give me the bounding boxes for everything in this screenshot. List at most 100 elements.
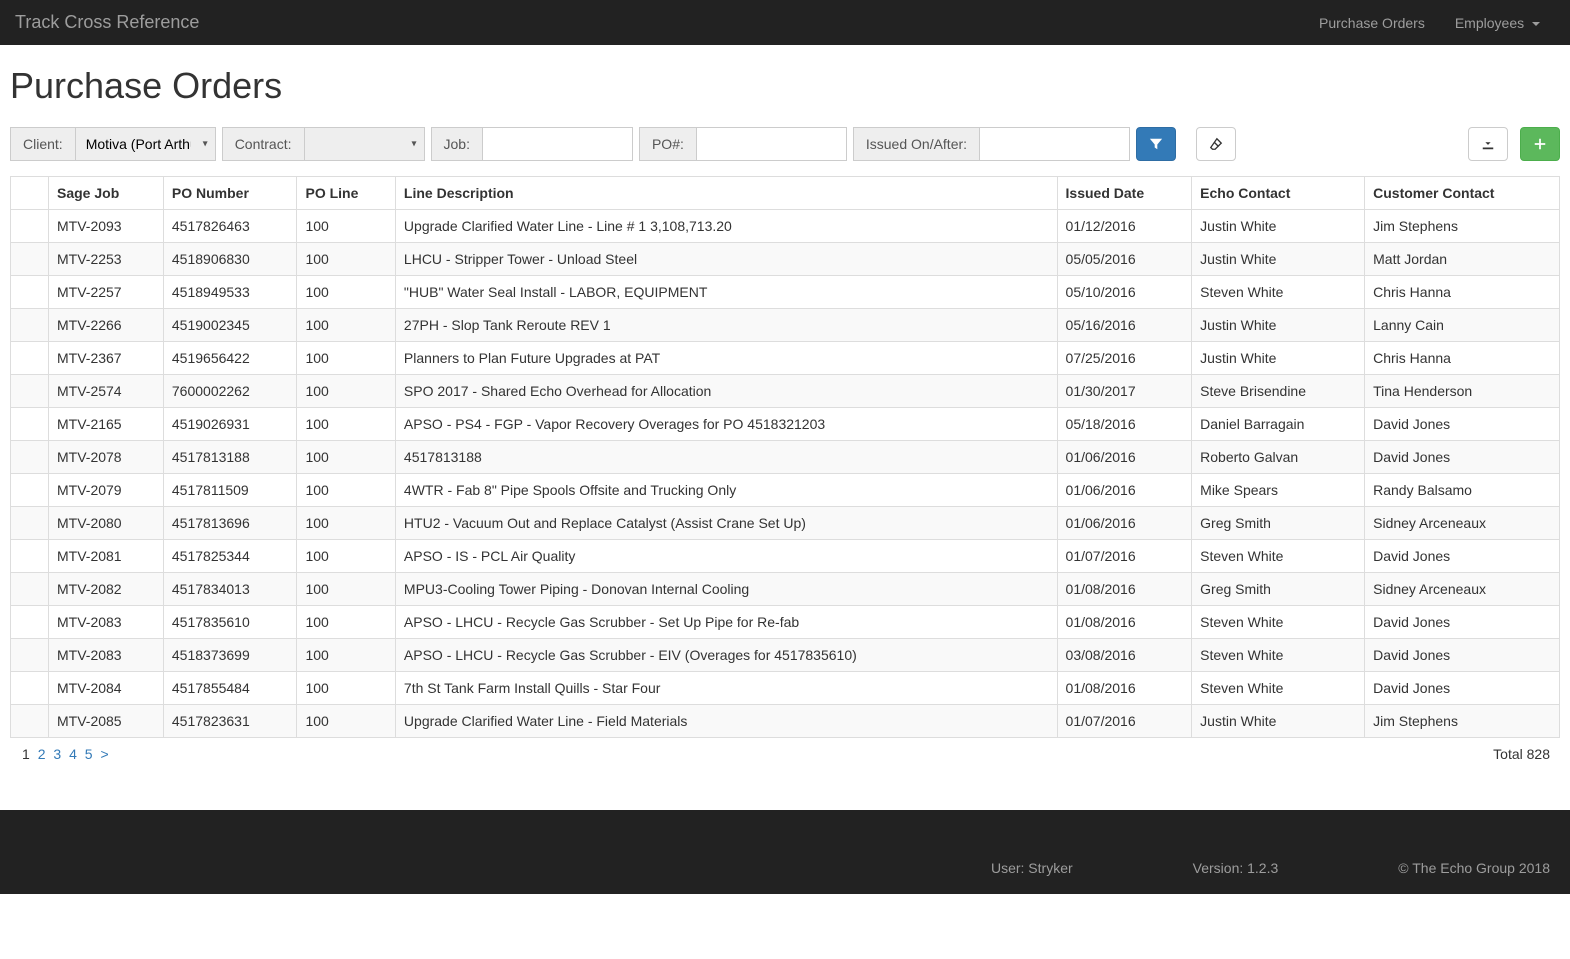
add-button[interactable]: [1520, 127, 1560, 161]
navbar-brand[interactable]: Track Cross Reference: [15, 12, 199, 33]
table-row[interactable]: MTV-207945178115091004WTR - Fab 8" Pipe …: [11, 474, 1560, 507]
table-row[interactable]: MTV-20934517826463100Upgrade Clarified W…: [11, 210, 1560, 243]
table-row[interactable]: MTV-21654519026931100APSO - PS4 - FGP - …: [11, 408, 1560, 441]
cell-line-desc: Planners to Plan Future Upgrades at PAT: [395, 342, 1057, 375]
cell-po-line: 100: [297, 276, 395, 309]
nav-employees[interactable]: Employees: [1455, 15, 1540, 31]
table-row[interactable]: MTV-23674519656422100Planners to Plan Fu…: [11, 342, 1560, 375]
cell-issued-date: 01/08/2016: [1057, 606, 1192, 639]
cell-customer-contact: Lanny Cain: [1365, 309, 1560, 342]
client-select[interactable]: Motiva (Port Arthur: [76, 127, 216, 161]
footer-user: User: Stryker: [991, 860, 1073, 876]
col-blank: [11, 177, 49, 210]
cell-issued-date: 01/12/2016: [1057, 210, 1192, 243]
table-row[interactable]: MTV-208445178554841007th St Tank Farm In…: [11, 672, 1560, 705]
page-link[interactable]: 2: [36, 746, 48, 762]
total-count: Total 828: [1493, 746, 1550, 762]
row-blank: [11, 639, 49, 672]
col-line-desc[interactable]: Line Description: [395, 177, 1057, 210]
po-table: Sage Job PO Number PO Line Line Descript…: [10, 176, 1560, 738]
cell-sage-job: MTV-2079: [49, 474, 164, 507]
cell-issued-date: 01/06/2016: [1057, 474, 1192, 507]
row-blank: [11, 276, 49, 309]
cell-sage-job: MTV-2574: [49, 375, 164, 408]
page-link[interactable]: 5: [83, 746, 95, 762]
po-input[interactable]: [697, 127, 847, 161]
cell-po-line: 100: [297, 672, 395, 705]
cell-line-desc: HTU2 - Vacuum Out and Replace Catalyst (…: [395, 507, 1057, 540]
row-blank: [11, 474, 49, 507]
footer: User: Stryker Version: 1.2.3 © The Echo …: [0, 810, 1570, 894]
cell-po-line: 100: [297, 243, 395, 276]
row-blank: [11, 540, 49, 573]
pagination: 1 2 3 4 5 >: [20, 746, 111, 762]
cell-sage-job: MTV-2085: [49, 705, 164, 738]
col-po-number[interactable]: PO Number: [163, 177, 297, 210]
cell-po-number: 4517826463: [163, 210, 297, 243]
cell-po-number: 4519026931: [163, 408, 297, 441]
page-link[interactable]: 4: [67, 746, 79, 762]
col-po-line[interactable]: PO Line: [297, 177, 395, 210]
cell-line-desc: Upgrade Clarified Water Line - Field Mat…: [395, 705, 1057, 738]
cell-line-desc: Upgrade Clarified Water Line - Line # 1 …: [395, 210, 1057, 243]
cell-sage-job: MTV-2257: [49, 276, 164, 309]
nav-purchase-orders[interactable]: Purchase Orders: [1319, 15, 1425, 31]
cell-po-line: 100: [297, 375, 395, 408]
contract-label: Contract:: [222, 127, 305, 161]
cell-po-number: 4519002345: [163, 309, 297, 342]
col-sage-job[interactable]: Sage Job: [49, 177, 164, 210]
table-row[interactable]: MTV-2266451900234510027PH - Slop Tank Re…: [11, 309, 1560, 342]
table-row[interactable]: MTV-22574518949533100"HUB" Water Seal In…: [11, 276, 1560, 309]
cell-sage-job: MTV-2083: [49, 639, 164, 672]
job-input[interactable]: [483, 127, 633, 161]
cell-po-line: 100: [297, 210, 395, 243]
cell-po-number: 4517813188: [163, 441, 297, 474]
cell-po-line: 100: [297, 309, 395, 342]
clear-button[interactable]: [1196, 127, 1236, 161]
cell-customer-contact: David Jones: [1365, 540, 1560, 573]
col-echo-contact[interactable]: Echo Contact: [1192, 177, 1365, 210]
cell-customer-contact: Jim Stephens: [1365, 705, 1560, 738]
col-customer-contact[interactable]: Customer Contact: [1365, 177, 1560, 210]
cell-issued-date: 01/08/2016: [1057, 573, 1192, 606]
page-link[interactable]: 3: [51, 746, 63, 762]
cell-line-desc: APSO - PS4 - FGP - Vapor Recovery Overag…: [395, 408, 1057, 441]
cell-po-line: 100: [297, 507, 395, 540]
row-blank: [11, 672, 49, 705]
filter-button[interactable]: [1136, 127, 1176, 161]
cell-issued-date: 01/06/2016: [1057, 441, 1192, 474]
po-label: PO#:: [639, 127, 697, 161]
footer-version: Version: 1.2.3: [1193, 860, 1279, 876]
download-button[interactable]: [1468, 127, 1508, 161]
table-row[interactable]: MTV-20834517835610100APSO - LHCU - Recyc…: [11, 606, 1560, 639]
col-issued-date[interactable]: Issued Date: [1057, 177, 1192, 210]
table-row[interactable]: MTV-20824517834013100MPU3-Cooling Tower …: [11, 573, 1560, 606]
row-blank: [11, 309, 49, 342]
table-row[interactable]: MTV-25747600002262100SPO 2017 - Shared E…: [11, 375, 1560, 408]
cell-customer-contact: Tina Henderson: [1365, 375, 1560, 408]
cell-line-desc: 4517813188: [395, 441, 1057, 474]
cell-issued-date: 01/06/2016: [1057, 507, 1192, 540]
cell-po-number: 4517834013: [163, 573, 297, 606]
contract-select[interactable]: [305, 127, 425, 161]
row-blank: [11, 408, 49, 441]
page-next[interactable]: >: [98, 746, 110, 762]
table-row[interactable]: MTV-20834518373699100APSO - LHCU - Recyc…: [11, 639, 1560, 672]
table-row[interactable]: MTV-20804517813696100HTU2 - Vacuum Out a…: [11, 507, 1560, 540]
cell-echo-contact: Mike Spears: [1192, 474, 1365, 507]
cell-echo-contact: Steven White: [1192, 540, 1365, 573]
table-row[interactable]: MTV-22534518906830100LHCU - Stripper Tow…: [11, 243, 1560, 276]
cell-line-desc: SPO 2017 - Shared Echo Overhead for Allo…: [395, 375, 1057, 408]
table-row[interactable]: MTV-20784517813188100451781318801/06/201…: [11, 441, 1560, 474]
cell-line-desc: 27PH - Slop Tank Reroute REV 1: [395, 309, 1057, 342]
table-row[interactable]: MTV-20854517823631100Upgrade Clarified W…: [11, 705, 1560, 738]
issued-input[interactable]: [980, 127, 1130, 161]
cell-sage-job: MTV-2081: [49, 540, 164, 573]
cell-po-number: 4517825344: [163, 540, 297, 573]
cell-po-number: 4518373699: [163, 639, 297, 672]
cell-po-number: 7600002262: [163, 375, 297, 408]
table-row[interactable]: MTV-20814517825344100APSO - IS - PCL Air…: [11, 540, 1560, 573]
cell-line-desc: 7th St Tank Farm Install Quills - Star F…: [395, 672, 1057, 705]
row-blank: [11, 573, 49, 606]
filter-icon: [1149, 137, 1163, 151]
